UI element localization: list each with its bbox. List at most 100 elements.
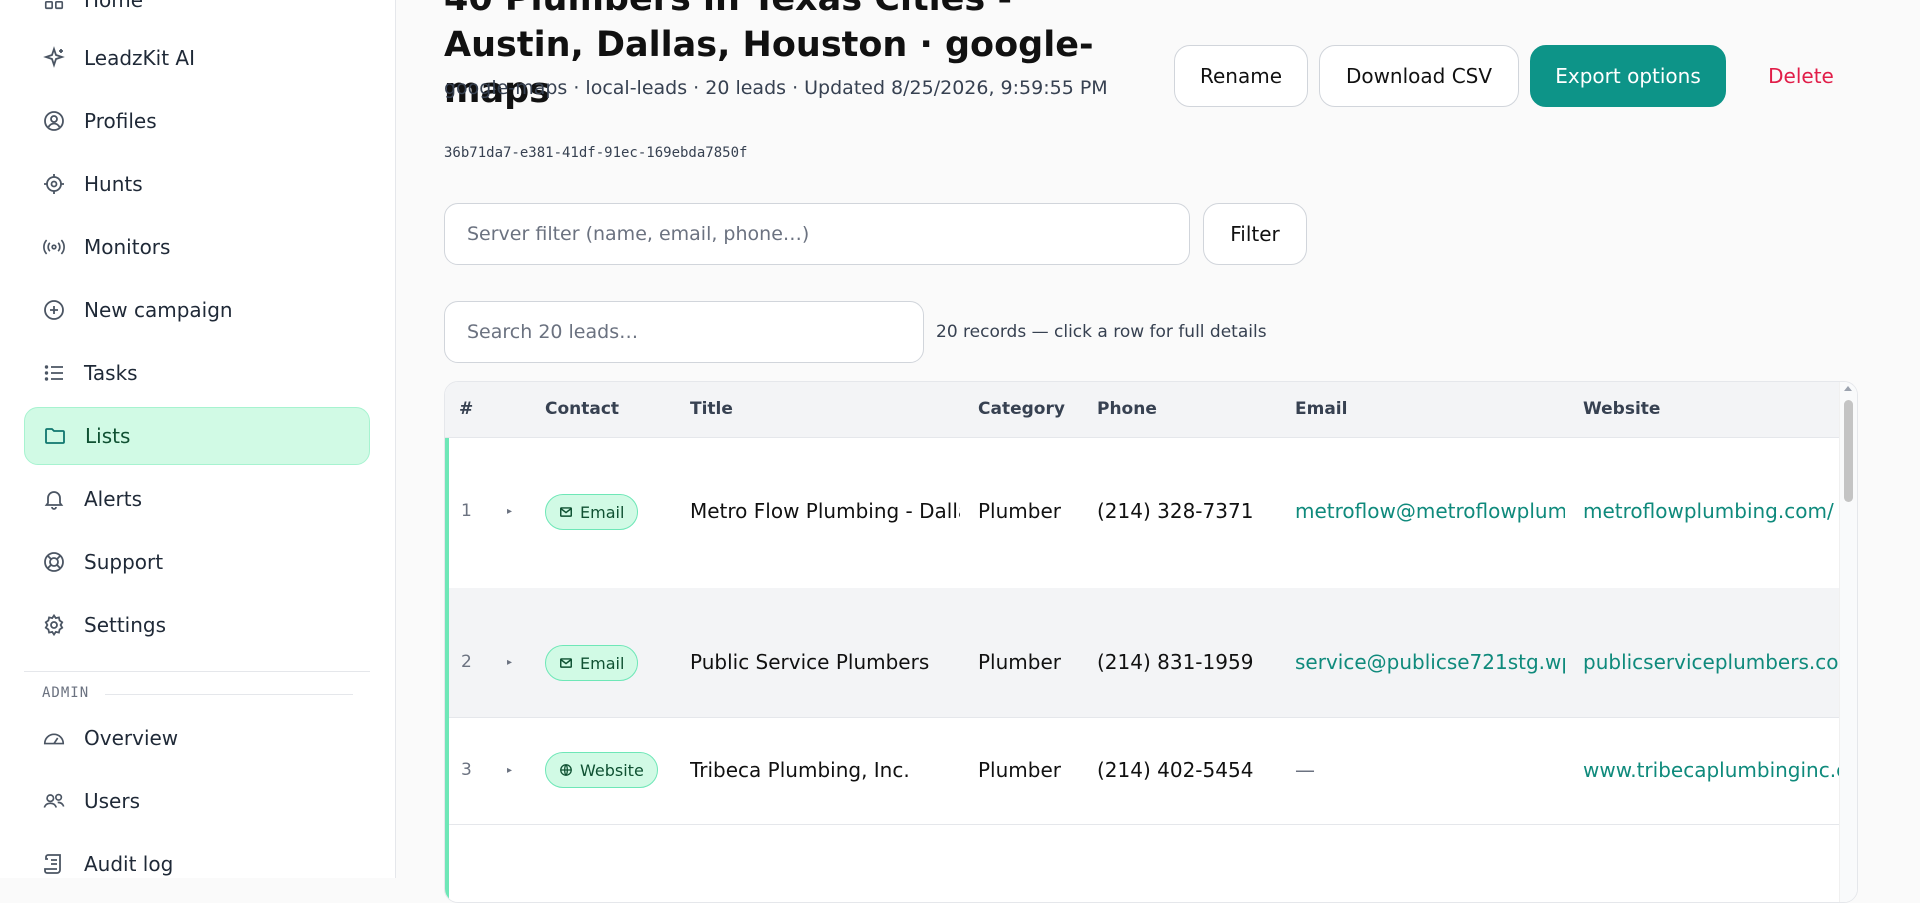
users-icon: [42, 789, 66, 813]
gear-icon: [42, 613, 66, 637]
contact-badge-label: Website: [580, 760, 644, 780]
column-header-title[interactable]: Title: [690, 399, 733, 419]
admin-section-label: ADMIN: [42, 685, 90, 701]
sidebar-item-users[interactable]: Users: [24, 772, 370, 830]
broadcast-icon: [42, 235, 66, 259]
title-cell: Metro Flow Plumbing - Dallas: [690, 499, 960, 523]
sidebar-item-alerts[interactable]: Alerts: [24, 470, 370, 528]
row-number: 3: [461, 760, 472, 780]
row-accent: [445, 438, 449, 588]
category-cell: Plumber: [978, 499, 1061, 523]
contact-badge-label: Email: [580, 502, 625, 522]
table-row[interactable]: 2 ▸ Email Public Service Plumbers Plumbe…: [445, 588, 1840, 718]
contact-badge-label: Email: [580, 653, 625, 673]
sidebar-item-label: Users: [84, 789, 141, 813]
website-link[interactable]: publicserviceplumbers.com: [1583, 650, 1840, 674]
lifebuoy-icon: [42, 550, 66, 574]
sidebar-item-lists[interactable]: Lists: [24, 407, 370, 465]
sidebar-item-settings[interactable]: Settings: [24, 596, 370, 654]
home-icon: [42, 0, 66, 12]
sidebar-item-label: Lists: [85, 424, 131, 448]
title-cell: Tribeca Plumbing, Inc.: [690, 758, 910, 782]
list-meta: google-maps · local-leads · 20 leads · U…: [444, 77, 1108, 99]
filter-button[interactable]: Filter: [1203, 203, 1307, 265]
gauge-icon: [42, 726, 66, 750]
email-link[interactable]: service@publicse721stg.wpengine.com: [1295, 650, 1565, 674]
sidebar-item-audit-log[interactable]: Audit log: [24, 835, 370, 878]
column-header-email[interactable]: Email: [1295, 399, 1347, 419]
category-cell: Plumber: [978, 758, 1061, 782]
email-cell-empty: —: [1295, 758, 1315, 782]
category-cell: Plumber: [978, 650, 1061, 674]
website-link[interactable]: metroflowplumbing.com/: [1583, 499, 1840, 523]
expand-row-caret[interactable]: ▸: [507, 657, 512, 668]
download-csv-button[interactable]: Download CSV: [1319, 45, 1519, 107]
sidebar-item-profiles[interactable]: Profiles: [24, 92, 370, 150]
table-row[interactable]: [445, 824, 1840, 902]
export-options-button[interactable]: Export options: [1530, 45, 1726, 107]
folder-icon: [43, 424, 67, 448]
search-leads-input[interactable]: [444, 301, 924, 363]
phone-cell: (214) 328-7371: [1097, 499, 1254, 523]
sidebar-item-label: Audit log: [84, 852, 174, 876]
column-header-website[interactable]: Website: [1583, 399, 1660, 419]
column-header-phone[interactable]: Phone: [1097, 399, 1157, 419]
row-number: 1: [461, 501, 472, 521]
sidebar-item-label: New campaign: [84, 298, 233, 322]
sidebar-item-new-campaign[interactable]: New campaign: [24, 281, 370, 339]
table-row[interactable]: 3 ▸ Website Tribeca Plumbing, Inc. Plumb…: [445, 717, 1840, 825]
sidebar-item-overview[interactable]: Overview: [24, 709, 370, 767]
column-header-contact[interactable]: Contact: [545, 399, 619, 419]
table-scrollbar[interactable]: [1839, 382, 1857, 902]
sidebar-item-leadzkit-ai[interactable]: LeadzKit AI: [24, 29, 370, 87]
sidebar-item-label: Settings: [84, 613, 167, 637]
crosshair-icon: [42, 172, 66, 196]
list-icon: [42, 361, 66, 385]
sidebar-item-label: Tasks: [84, 361, 138, 385]
column-header-number[interactable]: #: [459, 399, 473, 419]
sidebar-item-tasks[interactable]: Tasks: [24, 344, 370, 402]
mail-icon: [559, 656, 573, 670]
sidebar-item-home[interactable]: Home: [24, 0, 370, 29]
rename-button[interactable]: Rename: [1174, 45, 1308, 107]
row-number: 2: [461, 652, 472, 672]
sidebar-item-label: Alerts: [84, 487, 143, 511]
row-accent: [445, 717, 449, 824]
sparkle-icon: [42, 46, 66, 70]
column-header-category[interactable]: Category: [978, 399, 1065, 419]
scroll-icon: [42, 852, 66, 876]
phone-cell: (214) 402-5454: [1097, 758, 1254, 782]
website-link[interactable]: www.tribecaplumbinginc.com: [1583, 758, 1840, 782]
scroll-up-arrow[interactable]: [1844, 386, 1852, 391]
title-cell: Public Service Plumbers: [690, 650, 930, 674]
contact-badge: Email: [545, 645, 639, 681]
sidebar-item-label: Support: [84, 550, 164, 574]
sidebar-item-label: LeadzKit AI: [84, 46, 195, 70]
sidebar-item-label: Monitors: [84, 235, 171, 259]
row-accent: [445, 588, 449, 717]
sidebar-item-label: Overview: [84, 726, 179, 750]
sidebar-item-label: Home: [84, 0, 144, 12]
table-row[interactable]: 1 ▸ Email Metro Flow Plumbing - Dallas P…: [445, 438, 1840, 589]
server-filter-input[interactable]: [444, 203, 1190, 265]
records-count-note: 20 records — click a row for full detail…: [936, 322, 1267, 342]
sidebar-divider: [24, 671, 370, 672]
plus-circle-icon: [42, 298, 66, 322]
email-link[interactable]: metroflow@metroflowplumbing.com: [1295, 499, 1565, 523]
expand-row-caret[interactable]: ▸: [507, 765, 512, 776]
main-content: 40 Plumbers in Texas Cities - Austin, Da…: [396, 0, 1920, 903]
expand-row-caret[interactable]: ▸: [507, 506, 512, 517]
delete-button[interactable]: Delete: [1751, 45, 1851, 107]
admin-section-rule: [105, 694, 353, 695]
scrollbar-thumb[interactable]: [1844, 400, 1853, 502]
sidebar-item-monitors[interactable]: Monitors: [24, 218, 370, 276]
sidebar: Home LeadzKit AI Profiles Hunts Monitors…: [0, 0, 396, 878]
list-id: 36b71da7-e381-41df-91ec-169ebda7850f: [444, 145, 748, 161]
mail-icon: [559, 505, 573, 519]
globe-icon: [559, 763, 573, 777]
sidebar-item-hunts[interactable]: Hunts: [24, 155, 370, 213]
bell-icon: [42, 487, 66, 511]
sidebar-item-support[interactable]: Support: [24, 533, 370, 591]
leads-table: # Contact Title Category Phone Email Web…: [444, 381, 1858, 903]
contact-badge: Website: [545, 752, 658, 788]
